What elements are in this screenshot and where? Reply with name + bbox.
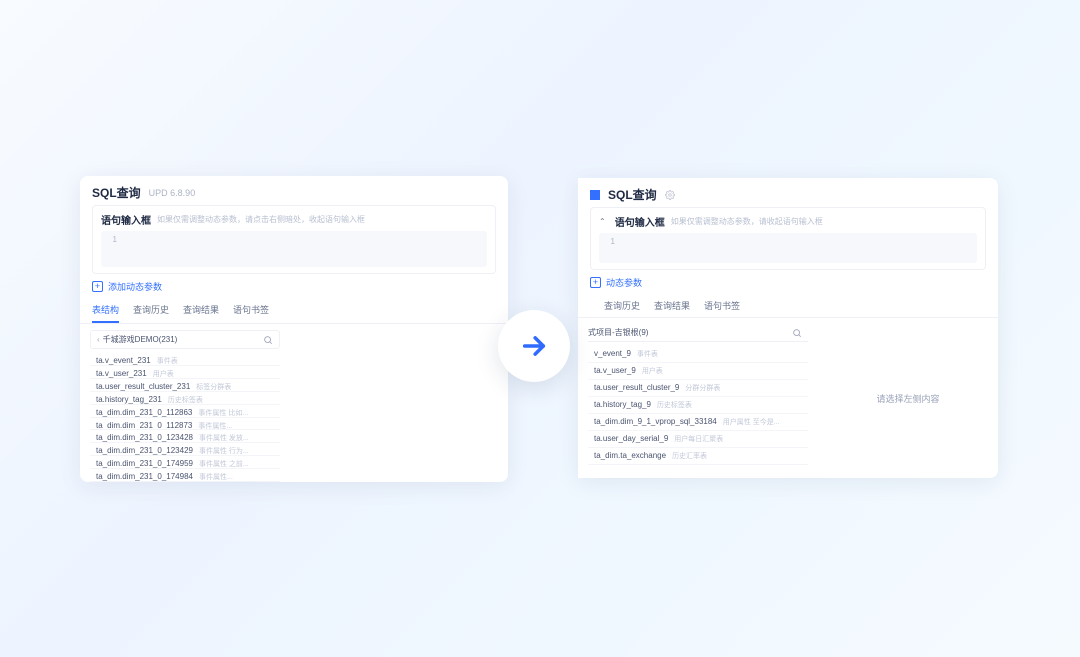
table-list: v_event_9事件表 ta.v_user_9用户表 ta.user_resu… xyxy=(588,346,808,465)
sql-panel-old: SQL查询 UPD 6.8.90 语句输入框 如果仅需调整动态参数，请点击右侧暗… xyxy=(80,176,508,482)
project-name: 千城游戏DEMO(231) xyxy=(103,335,178,344)
sql-input-box: ⌃ 语句输入框 如果仅需调整动态参数，请收起语句输入框 1 xyxy=(590,207,986,270)
tabs-row: 表结构 查询历史 查询结果 语句书签 xyxy=(80,299,508,324)
table-tree: ‹千城游戏DEMO(231) ta.v_event_231事件表 ta.v_us… xyxy=(80,324,290,482)
table-row[interactable]: ta.history_tag_9历史标签表 xyxy=(588,397,808,414)
tabs-row: 查询历史 查询结果 语句书签 xyxy=(578,295,998,318)
line-number: 1 xyxy=(605,237,615,246)
search-icon[interactable] xyxy=(792,328,802,338)
table-row[interactable]: ta.v_user_231用户表 xyxy=(90,366,280,379)
line-number: 1 xyxy=(107,235,117,244)
table-row[interactable]: ta_dim.dim_231_0_174959事件属性 之前... xyxy=(90,456,280,469)
project-name: 式项目-吉银根(9) xyxy=(588,327,648,338)
project-selector[interactable]: 式项目-吉银根(9) xyxy=(588,324,808,342)
table-row[interactable]: ta_dim.dim_9_1_vprop_sql_33184用户属性 至今是..… xyxy=(588,414,808,431)
add-param-label: 添加动态参数 xyxy=(108,280,162,293)
input-hint: 如果仅需调整动态参数，请收起语句输入框 xyxy=(671,216,823,227)
panel-header: SQL查询 UPD 6.8.90 xyxy=(80,176,508,205)
caret-left-icon: ‹ xyxy=(97,335,100,344)
input-label: 语句输入框 xyxy=(615,214,665,229)
tab-query-history[interactable]: 查询历史 xyxy=(604,299,640,317)
page-title: SQL查询 xyxy=(92,184,141,201)
plus-icon: + xyxy=(92,281,103,292)
app-logo-icon xyxy=(590,190,600,200)
empty-state-hint: 请选择左侧内容 xyxy=(818,318,998,478)
add-param-button[interactable]: + 添加动态参数 xyxy=(92,280,496,293)
sql-panel-new: SQL查询 ⌃ 语句输入框 如果仅需调整动态参数，请收起语句输入框 1 + 动态… xyxy=(578,178,998,478)
table-row[interactable]: ta.user_result_cluster_9分群分群表 xyxy=(588,380,808,397)
table-row[interactable]: v_event_9事件表 xyxy=(588,346,808,363)
table-row[interactable]: ta.user_result_cluster_231标签分群表 xyxy=(90,379,280,392)
table-row[interactable]: ta_dim.dim_231_0_123428事件属性 发放... xyxy=(90,430,280,443)
input-label: 语句输入框 xyxy=(101,212,151,227)
table-row[interactable]: ta.v_event_231事件表 xyxy=(90,353,280,366)
version-badge: UPD 6.8.90 xyxy=(149,188,196,198)
tab-query-history[interactable]: 查询历史 xyxy=(133,303,169,323)
sql-textarea[interactable]: 1 xyxy=(101,231,487,267)
arrow-right-icon xyxy=(520,332,548,360)
table-tree: 式项目-吉银根(9) v_event_9事件表 ta.v_user_9用户表 t… xyxy=(578,318,818,478)
page-title: SQL查询 xyxy=(608,186,657,203)
gear-icon[interactable] xyxy=(665,190,675,200)
plus-icon: + xyxy=(590,277,601,288)
table-row[interactable]: ta_dim.dim_231_0_112863事件属性 比如... xyxy=(90,405,280,418)
add-param-label: 动态参数 xyxy=(606,276,642,289)
panel-header: SQL查询 xyxy=(578,178,998,207)
table-list: ta.v_event_231事件表 ta.v_user_231用户表 ta.us… xyxy=(90,353,280,482)
tab-query-result[interactable]: 查询结果 xyxy=(654,299,690,317)
table-row[interactable]: ta_dim.dim_231_0_112873事件属性... xyxy=(90,418,280,431)
sql-input-box: 语句输入框 如果仅需调整动态参数，请点击右侧暗处，收起语句输入框 1 xyxy=(92,205,496,274)
collapse-icon[interactable]: ⌃ xyxy=(599,217,606,226)
add-param-button[interactable]: + 动态参数 xyxy=(590,276,986,289)
project-selector[interactable]: ‹千城游戏DEMO(231) xyxy=(90,330,280,349)
transition-arrow xyxy=(498,310,570,382)
tab-table-structure[interactable]: 表结构 xyxy=(92,303,119,323)
tab-query-result[interactable]: 查询结果 xyxy=(183,303,219,323)
table-row[interactable]: ta.user_day_serial_9用户每日汇聚表 xyxy=(588,431,808,448)
table-row[interactable]: ta_dim.dim_231_0_123429事件属性 行为... xyxy=(90,443,280,456)
search-icon[interactable] xyxy=(263,335,273,345)
tab-bookmarks[interactable]: 语句书签 xyxy=(704,299,740,317)
table-row[interactable]: ta.history_tag_231历史标签表 xyxy=(90,392,280,405)
table-row[interactable]: ta_dim.ta_exchange历史汇率表 xyxy=(588,448,808,465)
tab-bookmarks[interactable]: 语句书签 xyxy=(233,303,269,323)
input-hint: 如果仅需调整动态参数，请点击右侧暗处，收起语句输入框 xyxy=(157,214,365,225)
table-row[interactable]: ta_dim.dim_231_0_174984事件属性... xyxy=(90,469,280,482)
table-row[interactable]: ta.v_user_9用户表 xyxy=(588,363,808,380)
sql-textarea[interactable]: 1 xyxy=(599,233,977,263)
